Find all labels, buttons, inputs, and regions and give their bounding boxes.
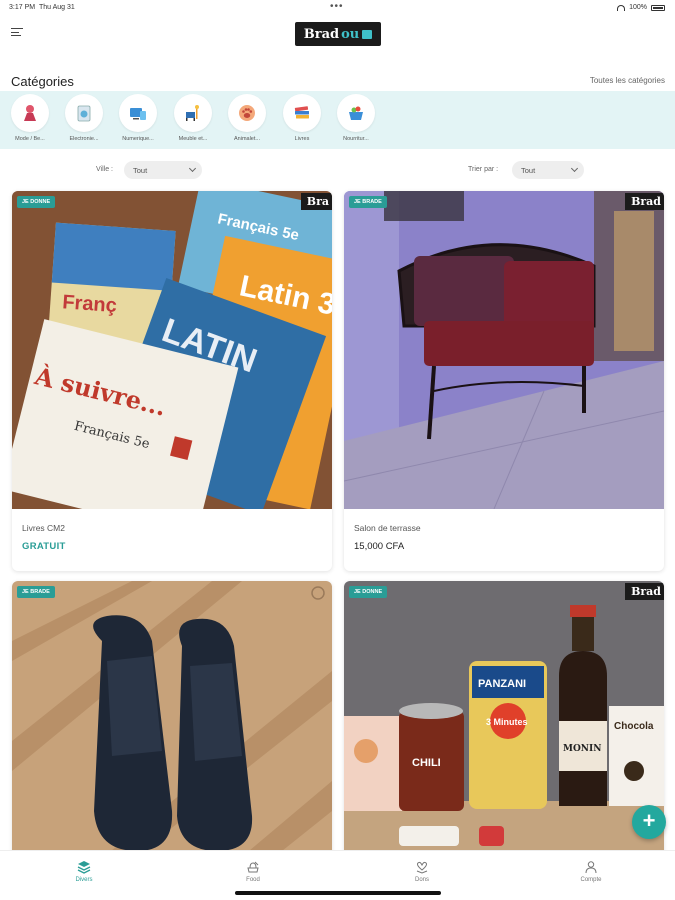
chevron-down-icon: [188, 164, 197, 173]
choco-label-text: Chocola: [614, 721, 654, 732]
listing-info: Livres CM2 GRATUIT: [12, 509, 332, 571]
home-indicator[interactable]: [235, 891, 441, 895]
city-select[interactable]: Tout: [124, 161, 202, 179]
pasta-sub-text: 3 Minutes: [486, 717, 528, 727]
battery-icon: [651, 4, 665, 11]
category-furniture[interactable]: Meuble et...: [170, 94, 216, 142]
user-icon: [585, 861, 597, 874]
gift-heart-icon: [416, 861, 428, 874]
categories-title: Catégories: [11, 74, 74, 89]
categories-strip: Mode / Be... Electronie... Numerique... …: [0, 91, 675, 149]
city-filter-label: Ville :: [96, 166, 113, 173]
nav-tab-divers[interactable]: Divers: [54, 860, 114, 883]
sort-select-value: Tout: [521, 166, 536, 175]
books-icon: [294, 106, 309, 119]
can-label-text: CHILI: [412, 757, 441, 769]
bottle-label-text: MONIN: [563, 744, 601, 754]
brand-watermark: Brad: [625, 583, 664, 600]
status-time: 3:17 PM Thu Aug 31: [9, 4, 75, 11]
listing-info: Salon de terrasse 15,000 CFA: [344, 509, 664, 571]
chevron-down-icon: [570, 164, 579, 173]
city-select-value: Tout: [133, 166, 148, 175]
status-indicators: 100%: [617, 4, 665, 11]
logo-text-main: Brad: [303, 26, 340, 42]
category-label: Nourritur...: [343, 136, 369, 142]
nav-label: Compte: [580, 877, 602, 883]
category-label: Animalet...: [234, 136, 260, 142]
furniture-icon: [186, 105, 199, 121]
listing-price: 15,000 CFA: [354, 541, 405, 552]
wifi-icon: [617, 4, 626, 11]
menu-icon[interactable]: [11, 28, 23, 38]
layers-icon: [77, 861, 91, 874]
fashion-icon: [24, 105, 36, 121]
listing-card[interactable]: JE BRADE Brad Salon de terrasse 15,000 C…: [344, 191, 664, 571]
app-logo: Brad ou: [295, 22, 381, 46]
listing-image[interactable]: Franç Français 5e Latin 3 LATIN À suivre…: [12, 191, 332, 509]
brand-watermark: Brad: [625, 193, 664, 210]
nav-tab-compte[interactable]: Compte: [561, 860, 621, 883]
category-appliances[interactable]: Electronie...: [61, 94, 107, 142]
pasta-brand-text: PANZANI: [478, 678, 526, 690]
nav-label: Divers: [75, 877, 93, 883]
cart-logo-icon: [362, 29, 373, 39]
category-books[interactable]: Livres: [279, 94, 325, 142]
category-food[interactable]: Nourritur...: [333, 94, 379, 142]
listing-badge: JE DONNE: [17, 196, 56, 208]
nav-tab-dons[interactable]: Dons: [392, 860, 452, 883]
sort-select[interactable]: Tout: [512, 161, 584, 179]
listing-price: GRATUIT: [22, 541, 66, 552]
categories-header: Catégories Toutes les catégories: [11, 72, 665, 90]
appliance-icon: [77, 105, 91, 122]
grocery-icon: [349, 106, 363, 120]
brand-watermark: Bra: [300, 193, 332, 210]
category-animals[interactable]: Animalet...: [224, 94, 270, 142]
nav-label: Food: [246, 877, 260, 883]
food-icon: [247, 861, 259, 873]
listing-badge: JE DONNE: [349, 586, 388, 598]
sort-filter-label: Trier par :: [468, 166, 499, 173]
listing-badge: JE BRADE: [17, 586, 55, 598]
filters-bar: Ville : Tout Trier par : Tout: [0, 160, 675, 180]
category-label: Numerique...: [122, 136, 154, 142]
nav-tab-food[interactable]: Food: [223, 860, 283, 883]
paw-icon: [239, 105, 255, 121]
listing-badge: JE BRADE: [349, 196, 387, 208]
listing-image[interactable]: JE BRADE Brad: [344, 191, 664, 509]
nav-label: Dons: [414, 877, 429, 883]
battery-percent: 100%: [629, 4, 647, 11]
app-header: Brad ou: [0, 16, 675, 60]
category-label: Mode / Be...: [15, 136, 45, 142]
book-title-text: Franç: [62, 291, 118, 317]
multitask-dots[interactable]: •••: [330, 1, 344, 12]
add-listing-button[interactable]: +: [632, 805, 666, 839]
logo-text-accent: ou: [341, 26, 360, 42]
category-label: Livres: [294, 136, 310, 142]
see-all-categories-link[interactable]: Toutes les catégories: [590, 76, 665, 85]
devices-icon: [130, 108, 146, 120]
listing-title: Livres CM2: [22, 523, 65, 533]
category-fashion[interactable]: Mode / Be...: [7, 94, 53, 142]
status-bar: 3:17 PM Thu Aug 31 ••• 100%: [0, 0, 675, 16]
listing-title: Salon de terrasse: [354, 523, 421, 533]
category-label: Electronie...: [69, 136, 99, 142]
category-label: Meuble et...: [178, 136, 208, 142]
listing-card[interactable]: Franç Français 5e Latin 3 LATIN À suivre…: [12, 191, 332, 571]
category-digital[interactable]: Numerique...: [115, 94, 161, 142]
